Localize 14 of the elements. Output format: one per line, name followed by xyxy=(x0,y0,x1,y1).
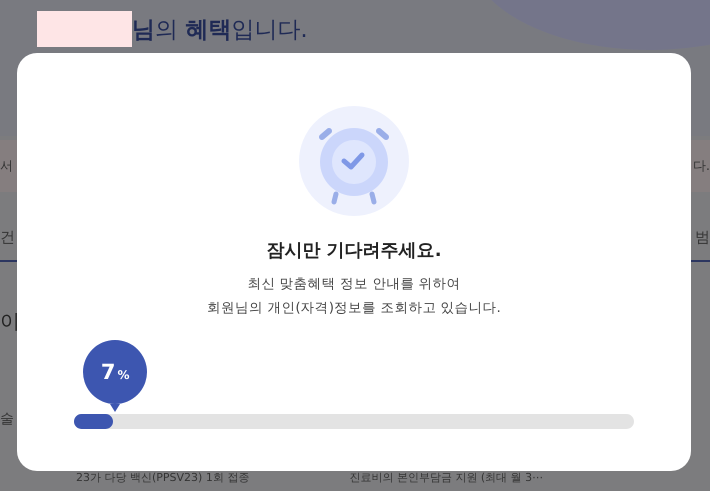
dialog-title: 잠시만 기다려주세요. xyxy=(266,239,442,262)
tab[interactable]: 범 xyxy=(695,228,710,246)
alarm-clock-icon xyxy=(299,106,409,216)
section-heading: 이 xyxy=(0,308,21,335)
greeting-text: 님의 혜택입니다. xyxy=(132,16,308,44)
dialog-message: 회원님의 개인(자격)정보를 조회하고 있습니다. xyxy=(207,299,501,318)
row-label: 술 xyxy=(0,410,15,428)
notice-text: 다. xyxy=(692,158,710,175)
dialog-message: 최신 맞춤혜택 정보 안내를 위하여 xyxy=(246,275,462,294)
benefit-card[interactable]: 진료비의 본인부담금 지원 (최대 월 3⋯ xyxy=(349,468,544,487)
percent-bubble: 7% xyxy=(83,340,148,412)
benefit-card[interactable]: 23가 다당 백신(PPSV23) 1회 접종 xyxy=(76,468,250,487)
notice-text: 서 xyxy=(0,158,13,175)
tab[interactable]: 건 xyxy=(0,228,15,246)
